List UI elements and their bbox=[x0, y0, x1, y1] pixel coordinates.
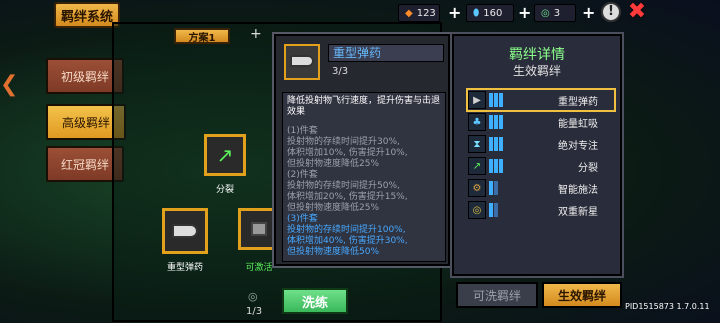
green-ring-icon: ◎ bbox=[541, 7, 550, 19]
bond-name: 双重新星 bbox=[558, 206, 598, 218]
hourglass-icon: ⧗ bbox=[468, 135, 486, 153]
counter-label: 1/3 bbox=[246, 306, 263, 317]
bond-name: 绝对专注 bbox=[558, 140, 598, 152]
bond-tooltip: 重型弹药 3/3 降低投射物飞行速度，提升伤害与击退效果 (1)件套 投射物的存续… bbox=[272, 32, 452, 268]
bond-progress-segment bbox=[499, 115, 503, 129]
siphon-icon: ♣ bbox=[468, 113, 486, 131]
bond-progress-bars bbox=[489, 203, 498, 217]
bond-progress-bars bbox=[489, 115, 503, 129]
tooltip-level-line: 但投射物速度降低25% bbox=[287, 203, 380, 213]
bond-progress-segment bbox=[494, 137, 498, 151]
bond-progress-segment bbox=[499, 159, 503, 173]
tab-washable-bonds[interactable]: 可洗羁绊 bbox=[456, 282, 538, 308]
fire-gem-icon: ◆ bbox=[405, 7, 413, 19]
nova-icon: ◎ bbox=[468, 201, 486, 219]
node-label: 重型弹药 bbox=[166, 263, 203, 273]
resource-value: 160 bbox=[483, 7, 503, 19]
bond-progress-segment bbox=[494, 181, 498, 195]
tab-plan-1[interactable]: 方案1 bbox=[174, 28, 230, 44]
bullet-icon bbox=[172, 224, 198, 238]
tooltip-description: 降低投射物飞行速度，提升伤害与击退效果 bbox=[287, 96, 441, 117]
bond-row[interactable]: ⚙ 智能施法 bbox=[468, 178, 614, 198]
tooltip-level-head: (3)件套 bbox=[287, 214, 318, 224]
tooltip-level-line: 体积增加20%, 伤害提升15%, bbox=[287, 192, 408, 202]
tooltip-level: (1)件套 投射物的存续时间提升30%, 体积增加10%, 伤害提升10%, 但投射物… bbox=[287, 126, 441, 170]
bond-progress-segment bbox=[489, 115, 493, 129]
node-label: 分裂 bbox=[215, 185, 234, 195]
bond-progress-bars bbox=[489, 181, 498, 195]
tooltip-level: (3)件套 投射物的存续时间提升100%, 体积增加40%, 伤害提升30%, 但投射… bbox=[287, 214, 441, 258]
bond-progress-segment bbox=[494, 159, 498, 173]
tooltip-body: 降低投射物飞行速度，提升伤害与击退效果 (1)件套 投射物的存续时间提升30%, 体… bbox=[282, 92, 446, 262]
version-label: PID1515873 1.7.0.11 bbox=[625, 302, 710, 311]
tooltip-level-line: 投射物的存续时间提升50%, bbox=[287, 181, 400, 191]
panel-title: 羁绊详情 bbox=[509, 47, 565, 63]
add-resource-button[interactable]: + bbox=[582, 3, 595, 22]
tooltip-level-line: 投射物的存续时间提升100%, bbox=[287, 225, 406, 235]
bond-row[interactable]: ⧗ 绝对专注 bbox=[468, 134, 614, 154]
bond-progress-bars bbox=[489, 93, 503, 107]
close-icon[interactable]: ✖ bbox=[626, 1, 648, 23]
bond-progress-segment bbox=[489, 159, 493, 173]
bond-progress-segment bbox=[489, 137, 493, 151]
node-heavy-ammo[interactable] bbox=[162, 208, 208, 254]
tooltip-level-head: (1)件套 bbox=[287, 126, 318, 136]
tooltip-level-line: 但投射物速度降低50% bbox=[287, 247, 380, 257]
resource-fire: ◆ 123 bbox=[398, 4, 440, 22]
back-chevron-icon[interactable]: ❮ bbox=[0, 60, 18, 110]
tooltip-bullet-icon bbox=[284, 44, 320, 80]
bond-name: 智能施法 bbox=[558, 184, 598, 196]
info-icon[interactable]: ! bbox=[601, 2, 621, 22]
bullet-icon: ▶ bbox=[468, 91, 486, 109]
resource-value: 123 bbox=[416, 7, 436, 19]
bond-progress-segment bbox=[489, 203, 493, 217]
tooltip-level: (2)件套 投射物的存续时间提升50%, 体积增加20%, 伤害提升15%, 但投射物… bbox=[287, 170, 441, 214]
bond-progress-bars bbox=[489, 159, 503, 173]
gear-icon: ⚙ bbox=[468, 179, 486, 197]
add-plan-button[interactable]: + bbox=[250, 26, 262, 42]
resource-blue: ⬮ 160 bbox=[466, 4, 514, 22]
bond-name: 重型弹药 bbox=[558, 96, 598, 108]
bond-progress-segment bbox=[494, 115, 498, 129]
bond-row[interactable]: ♣ 能量虹吸 bbox=[468, 112, 614, 132]
bond-progress-segment bbox=[489, 93, 493, 107]
resource-ring: ◎ 3 bbox=[534, 4, 576, 22]
bond-name: 能量虹吸 bbox=[558, 118, 598, 130]
tooltip-count: 3/3 bbox=[332, 66, 349, 77]
node-split[interactable]: ↗ bbox=[204, 134, 246, 176]
resource-value: 3 bbox=[553, 7, 561, 19]
bond-row[interactable]: ↗ 分裂 bbox=[468, 156, 614, 176]
bond-progress-segment bbox=[499, 137, 503, 151]
tooltip-title: 重型弹药 bbox=[328, 44, 444, 62]
bond-progress-segment bbox=[489, 181, 493, 195]
tooltip-level-line: 投射物的存续时间提升30%, bbox=[287, 137, 400, 147]
bond-row[interactable]: ▶ 重型弹药 bbox=[468, 90, 614, 110]
bond-row[interactable]: ◎ 双重新星 bbox=[468, 200, 614, 220]
tooltip-level-line: 但投射物速度降低25% bbox=[287, 159, 380, 169]
lock-icon bbox=[251, 222, 267, 236]
tooltip-level-line: 体积增加40%, 伤害提升30%, bbox=[287, 236, 408, 246]
bond-progress-segment bbox=[494, 203, 498, 217]
tab-active-bonds[interactable]: 生效羁绊 bbox=[542, 282, 622, 308]
split-arrows-icon: ↗ bbox=[468, 157, 486, 175]
counter-ring-icon: ◎ bbox=[248, 290, 258, 303]
bond-progress-segment bbox=[499, 93, 503, 107]
bond-detail-panel: 羁绊详情 生效羁绊 ▶ 重型弹药 ♣ 能量虹吸 ⧗ 绝对专注 ↗ 分裂 ⚙ 智能施法 ◎ 双重新星 bbox=[450, 32, 624, 278]
bond-progress-segment bbox=[494, 93, 498, 107]
wash-button[interactable]: 洗练 bbox=[282, 288, 348, 314]
add-resource-button[interactable]: + bbox=[518, 3, 531, 22]
split-arrows-icon: ↗ bbox=[216, 143, 234, 167]
add-resource-button[interactable]: + bbox=[448, 3, 461, 22]
bond-name: 分裂 bbox=[578, 162, 598, 174]
bond-progress-bars bbox=[489, 137, 503, 151]
blue-gem-icon: ⬮ bbox=[473, 7, 480, 19]
panel-subtitle: 生效羁绊 bbox=[512, 64, 561, 78]
tooltip-level-line: 体积增加10%, 伤害提升10%, bbox=[287, 148, 408, 158]
tooltip-level-head: (2)件套 bbox=[287, 170, 318, 180]
system-title-button: 羁绊系统 bbox=[54, 2, 120, 28]
